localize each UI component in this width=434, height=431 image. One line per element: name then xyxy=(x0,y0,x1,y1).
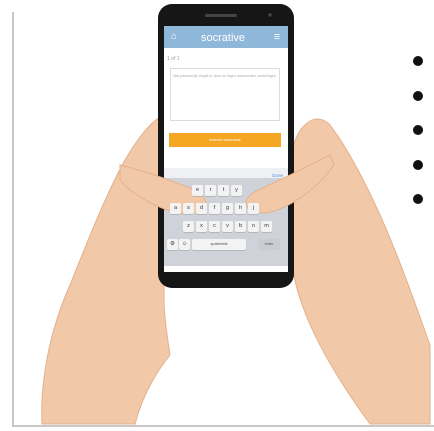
key-g[interactable]: g xyxy=(222,203,233,214)
key-t[interactable]: t xyxy=(218,185,229,196)
phone-speaker xyxy=(205,14,237,17)
key-d[interactable]: d xyxy=(196,203,207,214)
key-j[interactable]: j xyxy=(248,203,259,214)
key-z[interactable]: z xyxy=(183,221,194,232)
hamburger-menu-icon[interactable]: ≡ xyxy=(271,31,283,43)
space-bar-key[interactable]: spatiebalk xyxy=(192,239,246,250)
key-v[interactable]: v xyxy=(222,221,233,232)
key-a[interactable]: a xyxy=(170,203,181,214)
enter-key[interactable]: enter xyxy=(258,239,280,250)
key-e[interactable]: e xyxy=(192,185,203,196)
emoji-key-icon[interactable]: ☺ xyxy=(179,239,190,250)
answer-placeholder: Wat persoonlijk vergat ik, door en eigen… xyxy=(173,74,276,78)
left-hand xyxy=(41,114,171,425)
key-b[interactable]: b xyxy=(235,221,246,232)
key-h[interactable]: h xyxy=(235,203,246,214)
key-y[interactable]: y xyxy=(231,185,242,196)
key-n[interactable]: n xyxy=(248,221,259,232)
key-x[interactable]: x xyxy=(196,221,207,232)
phone-camera xyxy=(268,13,272,17)
keyboard-done-button[interactable]: Done xyxy=(263,173,283,178)
app-title: socrative xyxy=(200,32,246,44)
settings-key-icon[interactable]: ⚙ xyxy=(167,239,178,250)
key-f[interactable]: f xyxy=(209,203,220,214)
key-s[interactable]: s xyxy=(183,203,194,214)
question-counter: 1 of 1 xyxy=(167,56,180,62)
key-c[interactable]: c xyxy=(209,221,220,232)
key-r[interactable]: r xyxy=(205,185,216,196)
submit-answer-button[interactable] xyxy=(169,133,281,147)
key-m[interactable]: m xyxy=(261,221,272,232)
hands-holding-phone-illustration xyxy=(41,4,431,425)
home-icon[interactable]: ⌂ xyxy=(168,31,180,43)
illustration-stage: ⌂ socrative ≡ 1 of 1 Wat persoonlijk ver… xyxy=(0,0,434,431)
